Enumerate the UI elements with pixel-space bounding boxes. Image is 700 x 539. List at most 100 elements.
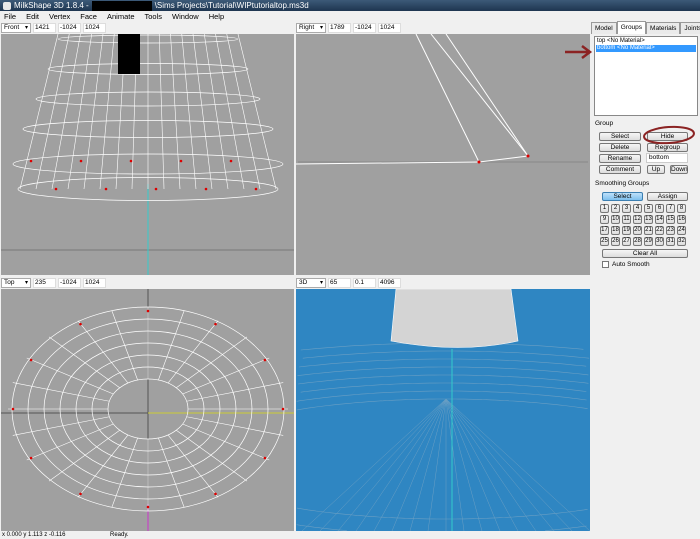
menu-window[interactable]: Window — [172, 11, 199, 22]
far-field[interactable]: 1024 — [83, 278, 106, 288]
mesh-edge — [182, 423, 270, 461]
menu-help[interactable]: Help — [209, 11, 224, 22]
title-bar: MilkShape 3D 1.8.4 - \Sims Projects\Tuto… — [0, 0, 700, 11]
smoothing-group-31-button[interactable]: 31 — [666, 237, 675, 246]
smoothing-group-12-button[interactable]: 12 — [633, 215, 642, 224]
zoom-field[interactable]: 235 — [33, 278, 56, 288]
smoothing-group-14-button[interactable]: 14 — [655, 215, 664, 224]
smoothing-group-24-button[interactable]: 24 — [677, 226, 686, 235]
auto-smooth-checkbox[interactable]: Auto Smooth — [602, 261, 650, 268]
mesh-edge — [48, 336, 120, 389]
tab-model[interactable]: Model — [591, 22, 617, 34]
near-field[interactable]: -1024 — [353, 23, 376, 33]
mesh-edge — [158, 34, 165, 190]
smoothing-group-27-button[interactable]: 27 — [622, 237, 631, 246]
menu-vertex[interactable]: Vertex — [49, 11, 70, 22]
near-field[interactable]: 0.1 — [353, 278, 376, 288]
view-select-top[interactable]: Top — [1, 278, 31, 288]
top-toolbar: Top 235 -1024 1024 — [1, 277, 106, 289]
group-name-input[interactable]: bottom — [646, 153, 688, 163]
smoothing-group-28-button[interactable]: 28 — [633, 237, 642, 246]
smoothing-group-7-button[interactable]: 7 — [666, 204, 675, 213]
mesh-edge — [51, 34, 81, 190]
ground-grid-line — [445, 398, 501, 531]
3d-render — [296, 289, 590, 531]
right-viewport[interactable] — [296, 34, 590, 275]
near-field[interactable]: -1024 — [58, 23, 81, 33]
mesh-edge — [83, 34, 104, 190]
ground-grid-line — [445, 398, 537, 531]
annotation-circle-icon — [643, 125, 695, 145]
smoothing-group-26-button[interactable]: 26 — [611, 237, 620, 246]
menu-tools[interactable]: Tools — [145, 11, 163, 22]
smoothing-group-5-button[interactable]: 5 — [644, 204, 653, 213]
auto-smooth-label: Auto Smooth — [612, 261, 650, 268]
far-field[interactable]: 1024 — [378, 23, 401, 33]
front-wireframe — [1, 34, 294, 275]
menu-file[interactable]: File — [4, 11, 16, 22]
smoothing-group-32-button[interactable]: 32 — [677, 237, 686, 246]
selected-vertex — [129, 159, 133, 163]
zoom-field[interactable]: 1421 — [33, 23, 56, 33]
smoothing-group-20-button[interactable]: 20 — [633, 226, 642, 235]
smoothing-group-10-button[interactable]: 10 — [611, 215, 620, 224]
mesh-edge — [26, 357, 114, 395]
smoothing-group-18-button[interactable]: 18 — [611, 226, 620, 235]
smoothing-group-23-button[interactable]: 23 — [666, 226, 675, 235]
smoothing-group-9-button[interactable]: 9 — [600, 215, 609, 224]
smoothing-group-1-button[interactable]: 1 — [600, 204, 609, 213]
view-select-front[interactable]: Front — [1, 23, 31, 33]
rename-button[interactable]: Rename — [599, 154, 641, 163]
smoothing-group-16-button[interactable]: 16 — [677, 215, 686, 224]
near-field[interactable]: -1024 — [58, 278, 81, 288]
smoothing-group-30-button[interactable]: 30 — [655, 237, 664, 246]
smoothing-group-3-button[interactable]: 3 — [622, 204, 631, 213]
ground-grid-line — [445, 398, 573, 531]
smoothing-group-21-button[interactable]: 21 — [644, 226, 653, 235]
mesh-edge — [203, 34, 229, 190]
fov-field[interactable]: 65 — [328, 278, 351, 288]
selected-vertex — [104, 187, 108, 191]
tab-materials[interactable]: Materials — [646, 22, 681, 34]
redacted-region — [118, 34, 140, 74]
smoothing-group-2-button[interactable]: 2 — [611, 204, 620, 213]
status-message: Ready. — [110, 532, 129, 538]
smoothing-group-19-button[interactable]: 19 — [622, 226, 631, 235]
zoom-field[interactable]: 1789 — [328, 23, 351, 33]
view-select-right[interactable]: Right — [296, 23, 326, 33]
smoothing-group-11-button[interactable]: 11 — [622, 215, 631, 224]
comment-button[interactable]: Comment — [599, 165, 641, 174]
ground-grid-line — [445, 398, 483, 531]
smoothing-group-22-button[interactable]: 22 — [655, 226, 664, 235]
3d-viewport[interactable] — [296, 289, 590, 531]
mesh-edge — [167, 434, 219, 498]
menu-animate[interactable]: Animate — [107, 11, 135, 22]
front-viewport[interactable] — [1, 34, 294, 275]
title-prefix: MilkShape 3D 1.8.4 - — [14, 1, 89, 10]
menu-edit[interactable]: Edit — [26, 11, 39, 22]
smoothing-group-15-button[interactable]: 15 — [666, 215, 675, 224]
mesh-edge — [26, 423, 114, 461]
mesh-edge — [176, 336, 248, 389]
menu-face[interactable]: Face — [80, 11, 97, 22]
clear-all-button[interactable]: Clear All — [602, 249, 688, 258]
smoothing-group-8-button[interactable]: 8 — [677, 204, 686, 213]
smoothing-group-25-button[interactable]: 25 — [600, 237, 609, 246]
far-field[interactable]: 1024 — [83, 23, 106, 33]
smoothing-group-13-button[interactable]: 13 — [644, 215, 653, 224]
top-viewport[interactable] — [1, 289, 294, 531]
far-field[interactable]: 4096 — [378, 278, 401, 288]
smoothing-group-29-button[interactable]: 29 — [644, 237, 653, 246]
status-bar: x 0.000 y 1.113 z -0.116 Ready. — [0, 531, 700, 539]
tab-groups[interactable]: Groups — [616, 21, 647, 34]
smoothing-group-17-button[interactable]: 17 — [600, 226, 609, 235]
smoothing-assign-button[interactable]: Assign — [647, 192, 688, 201]
checkbox-box[interactable] — [602, 261, 609, 268]
smoothing-group-4-button[interactable]: 4 — [633, 204, 642, 213]
up-button[interactable]: Up — [647, 165, 665, 174]
smoothing-select-button[interactable]: Select — [602, 192, 643, 201]
view-select-3d[interactable]: 3D — [296, 278, 326, 288]
smoothing-group-6-button[interactable]: 6 — [655, 204, 664, 213]
down-button[interactable]: Down — [670, 165, 688, 174]
tab-joints[interactable]: Joints — [680, 22, 700, 34]
